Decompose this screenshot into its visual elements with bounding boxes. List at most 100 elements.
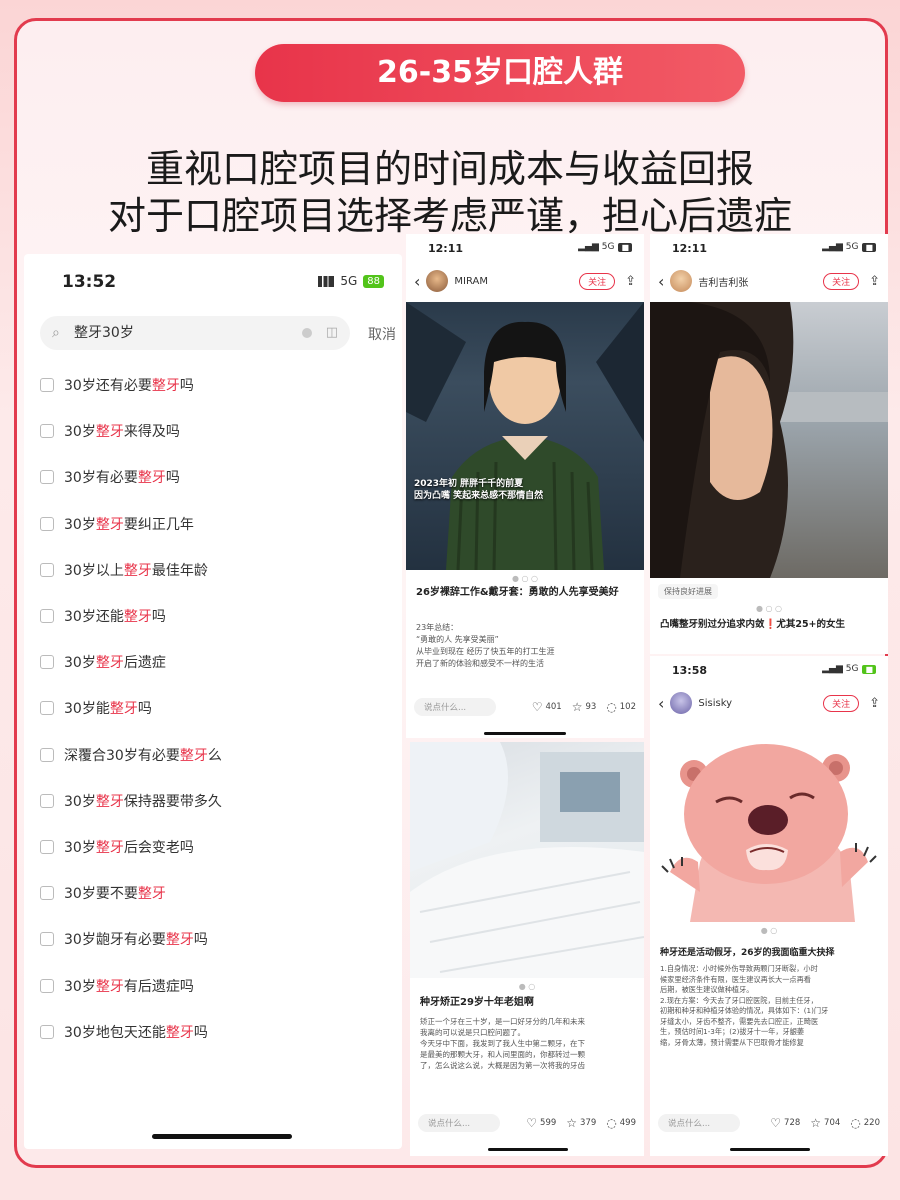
back-icon[interactable]: ‹ [414,272,420,291]
cancel-button[interactable]: 取消 [368,324,396,344]
post-photo[interactable] [410,742,644,978]
follow-button[interactable]: 关注 [823,272,860,290]
battery-icon: ■ [862,664,876,674]
post-photo[interactable] [650,722,888,922]
heart-icon: ♡ [531,700,543,714]
post-photo[interactable] [650,302,888,578]
post-body: 23年总结： “勇敢的人 先享受美丽” 从毕业到现在 经历了快五年的打工生涯 开… [416,623,555,668]
suggestion-item[interactable]: 30岁整牙后会变老吗 [40,824,390,870]
back-icon[interactable]: ‹ [658,272,664,291]
suggestion-item[interactable]: 30岁龅牙有必要整牙吗 [40,916,390,962]
like-button[interactable]: ♡ 401 [532,700,562,714]
action-bar: 说点什么... ♡ 401 ☆ 93 ◌ 102 [414,696,636,718]
comment-input[interactable]: 说点什么... [418,1114,500,1132]
suggestion-text: 深覆合30岁有必要整牙么 [64,747,222,764]
avatar[interactable] [426,270,449,292]
suggestion-item[interactable]: 深覆合30岁有必要整牙么 [40,732,390,778]
search-history-icon [40,516,54,531]
search-screenshot: 13:52 5G 88 ⌕ 整牙30岁 ◫ 取消 30岁还有必要整牙吗 30岁整牙… [24,254,402,1149]
back-icon[interactable]: ‹ [658,694,664,713]
action-bar: 说点什么... ♡ 599 ☆ 379 ◌ 499 [418,1112,636,1134]
username[interactable]: 吉利吉利张 [698,274,823,289]
network-label: 5G [340,274,358,288]
status-bar-icons: ▂▄▆ 5G ■ [822,664,876,674]
search-history-icon [40,978,54,993]
suggestion-text: 30岁整牙来得及吗 [64,424,180,441]
comment-input[interactable]: 说点什么... [414,698,496,716]
heart-icon: ♡ [770,1116,782,1130]
headline-line-2: 对于口腔项目选择考虑严谨，担心后遗症 [107,194,792,238]
comment-input[interactable]: 说点什么... [658,1114,740,1132]
search-history-icon [40,793,54,808]
status-time: 12:11 [672,242,708,255]
suggestion-item[interactable]: 30岁以上整牙最佳年龄 [40,547,390,593]
audience-banner: 26-35岁口腔人群 [255,44,745,102]
search-icon: ⌕ [52,325,60,341]
person-illustration [406,302,644,570]
star-icon: ☆ [810,1116,822,1130]
avatar[interactable] [670,692,693,714]
home-indicator [152,1134,292,1139]
post-title: 凸嘴整牙别过分追求内敛❗尤其25+的女生 [660,619,846,630]
favorite-button[interactable]: ☆ 704 [810,1116,840,1130]
suggestion-item[interactable]: 30岁能整牙吗 [40,685,390,731]
status-time: 13:52 [62,272,117,292]
photo-caption: 2023年初 胖胖千千的前夏 因为凸嘴 笑起来总感不那情自然 [414,479,544,501]
star-icon: ☆ [566,1116,578,1130]
suggestion-item[interactable]: 30岁还有必要整牙吗 [40,362,390,408]
search-history-icon [40,470,54,485]
follow-button[interactable]: 关注 [579,272,616,290]
suggestion-text: 30岁要不要整牙 [64,886,166,903]
favorite-button[interactable]: ☆ 379 [566,1116,596,1130]
comment-button[interactable]: ◌ 220 [850,1116,880,1130]
home-indicator [484,732,566,735]
progress-tag[interactable]: 保持良好进展 [658,584,718,599]
suggestion-text: 30岁以上整牙最佳年龄 [64,562,208,579]
battery-icon: ■ [862,242,876,252]
share-icon[interactable]: ⇪ [625,274,636,289]
suggestion-item[interactable]: 30岁整牙来得及吗 [40,408,390,454]
favorite-button[interactable]: ☆ 93 [572,700,597,714]
comment-icon: ◌ [850,1116,861,1130]
suggestion-text: 30岁还能整牙吗 [64,609,166,626]
post-screenshot-4: 13:58 ▂▄▆ 5G ■ ‹ Sisisky 关注 ⇪ ● ○ 种牙还是活动假… [650,656,888,1156]
search-history-icon [40,609,54,624]
search-history-icon [40,378,54,393]
suggestion-text: 30岁整牙保持器要带多久 [64,793,222,810]
share-icon[interactable]: ⇪ [869,696,880,711]
post-title: 种牙矫正29岁十年老姐啊 [420,997,534,1008]
like-button[interactable]: ♡ 728 [770,1116,800,1130]
carousel-dots: ● ○ [518,982,536,991]
suggestion-text: 30岁能整牙吗 [64,701,152,718]
follow-button[interactable]: 关注 [823,694,860,712]
search-query: 整牙30岁 [74,325,134,341]
suggestion-item[interactable]: 30岁地包天还能整牙吗 [40,1009,390,1055]
suggestion-item[interactable]: 30岁有必要整牙吗 [40,454,390,500]
comment-button[interactable]: ◌ 102 [606,700,636,714]
signal-icon [318,275,335,287]
like-button[interactable]: ♡ 599 [526,1116,556,1130]
suggestion-item[interactable]: 30岁还能整牙吗 [40,593,390,639]
camera-icon[interactable]: ◫ [326,316,338,350]
dental-clinic-illustration [410,742,644,978]
clear-icon[interactable] [302,328,312,338]
username[interactable]: Sisisky [698,698,823,709]
post-photo[interactable]: 2023年初 胖胖千千的前夏 因为凸嘴 笑起来总感不那情自然 [406,302,644,570]
comment-button[interactable]: ◌ 499 [606,1116,636,1130]
post-header: ‹ Sisisky 关注 ⇪ [658,688,880,718]
username[interactable]: MIRAM [454,276,579,287]
suggestion-list: 30岁还有必要整牙吗 30岁整牙来得及吗 30岁有必要整牙吗 30岁整牙要纠正几年 30… [40,362,390,1055]
suggestion-item[interactable]: 30岁整牙保持器要带多久 [40,778,390,824]
suggestion-text: 30岁还有必要整牙吗 [64,378,194,395]
suggestion-item[interactable]: 30岁整牙后遗症 [40,639,390,685]
suggestion-item[interactable]: 30岁要不要整牙 [40,870,390,916]
search-input[interactable]: ⌕ 整牙30岁 ◫ [40,316,350,350]
share-icon[interactable]: ⇪ [869,274,880,289]
post-title: 26岁裸辞工作&戴牙套：勇敢的人先享受美好 [416,587,619,598]
suggestion-item[interactable]: 30岁整牙要纠正几年 [40,501,390,547]
suggestion-text: 30岁整牙要纠正几年 [64,516,194,533]
action-bar: 说点什么... ♡ 728 ☆ 704 ◌ 220 [658,1112,880,1134]
status-bar-icons: ▂▄▆ 5G ■ [578,242,632,252]
suggestion-item[interactable]: 30岁整牙有后遗症吗 [40,962,390,1008]
avatar[interactable] [670,270,693,292]
